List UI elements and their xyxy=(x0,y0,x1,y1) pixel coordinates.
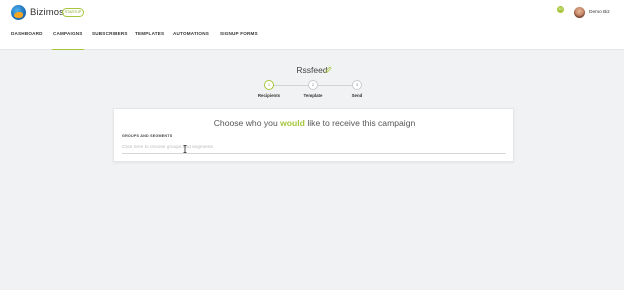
pencil-icon[interactable] xyxy=(325,66,332,73)
step-3-circle[interactable]: 3 xyxy=(352,80,362,90)
step-2-label: Template xyxy=(303,93,323,98)
plan-badge: STARTUP xyxy=(62,8,84,17)
nav-dashboard[interactable]: DASHBOARD xyxy=(11,31,43,50)
nav-templates[interactable]: TEMPLATES xyxy=(135,31,164,50)
step-2-circle[interactable]: 2 xyxy=(308,80,318,90)
step-connector xyxy=(273,85,308,86)
nav-signup-forms[interactable]: SIGNUP FORMS xyxy=(220,31,258,50)
heading-highlight: would xyxy=(280,118,305,128)
recipients-heading: Choose who you would like to receive thi… xyxy=(114,118,515,128)
top-bar: Bizimos STARTUP DASHBOARD CAMPAIGNS SUBS… xyxy=(0,0,624,50)
nav-campaigns[interactable]: CAMPAIGNS xyxy=(52,31,84,50)
campaign-title: Rssfeed xyxy=(296,65,328,75)
user-avatar[interactable] xyxy=(574,7,585,18)
notification-badge[interactable]: 10 xyxy=(557,6,564,13)
brand-name[interactable]: Bizimos xyxy=(30,7,64,18)
text-cursor-icon xyxy=(183,145,187,153)
nav-automations[interactable]: AUTOMATIONS xyxy=(173,31,209,50)
user-name[interactable]: Demo Biz xyxy=(589,10,610,15)
step-3-label: Send xyxy=(351,93,363,98)
step-1-label: Recipients xyxy=(257,93,281,98)
groups-segments-input[interactable] xyxy=(122,142,506,154)
heading-text-end: like to receive this campaign xyxy=(304,118,416,128)
nav-subscribers[interactable]: SUBSCRIBERS xyxy=(92,31,128,50)
brand-logo-icon[interactable] xyxy=(11,5,26,20)
step-1-circle[interactable]: 1 xyxy=(264,80,274,90)
step-connector xyxy=(318,85,352,86)
groups-segments-label: GROUPS AND SEGMENTS xyxy=(122,134,173,138)
recipients-card: Choose who you would like to receive thi… xyxy=(113,108,514,162)
main-nav: DASHBOARD CAMPAIGNS SUBSCRIBERS TEMPLATE… xyxy=(0,31,624,50)
heading-text-start: Choose who you xyxy=(213,118,281,128)
